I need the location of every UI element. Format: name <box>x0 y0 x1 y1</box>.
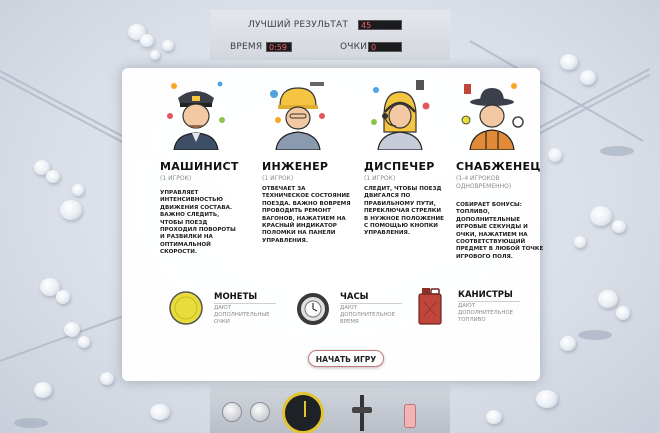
role-title: ИНЖЕНЕР <box>262 160 329 173</box>
tree <box>486 410 502 424</box>
role-title: ДИСПЕЧЕР <box>364 160 435 173</box>
role-players: (1 ИГРОК) <box>364 175 396 182</box>
role-description: ОТВЕЧАЕТ ЗА ТЕХНИЧЕСКОЕ СОСТОЯНИЕ ПОЕЗДА… <box>262 186 351 244</box>
best-score-value: 45 <box>358 20 402 30</box>
driver-icon <box>167 81 225 150</box>
score-value: 0 <box>368 42 402 52</box>
throttle-lever[interactable] <box>360 395 364 431</box>
shrub <box>578 330 612 340</box>
tree <box>560 336 576 351</box>
tree <box>162 40 174 51</box>
bonus-description: ДАЮТ ДОПОЛНИТЕЛЬНЫЕ ОЧКИ <box>214 305 270 325</box>
tree <box>72 184 84 196</box>
control-knob[interactable] <box>222 402 242 422</box>
score-label: ОЧКИ <box>340 42 368 52</box>
start-game-button[interactable]: НАЧАТЬ ИГРУ <box>308 350 384 367</box>
tree <box>612 220 626 233</box>
tree <box>34 382 52 398</box>
tree <box>150 404 170 420</box>
tree <box>56 290 70 304</box>
tree <box>574 236 586 248</box>
tree <box>140 34 154 47</box>
shrub <box>600 146 634 156</box>
divider <box>214 303 276 304</box>
gauge-needle <box>304 401 306 417</box>
tree <box>616 306 630 320</box>
tree <box>150 50 160 60</box>
shrub <box>14 418 48 428</box>
tree <box>560 54 578 70</box>
engineer-icon <box>270 82 325 150</box>
supplier-icon <box>461 83 524 150</box>
tree <box>60 200 82 220</box>
clock-icon <box>297 293 329 325</box>
role-description: УПРАВЛЯЕТ ИНТЕНСИВНОСТЬЮ ДВИЖЕНИЯ СОСТАВ… <box>160 190 236 256</box>
role-title: СНАБЖЕНЕЦ <box>456 160 541 173</box>
bonus-title: КАНИСТРЫ <box>458 290 513 300</box>
tree <box>580 70 596 85</box>
role-players: (1 ИГРОК) <box>262 175 294 182</box>
dispatcher-icon <box>371 80 430 150</box>
fuel-indicator <box>404 404 416 428</box>
game-screen: ЛУЧШИЙ РЕЗУЛЬТАТ 45 ВРЕМЯ 0:59 ОЧКИ 0 МА… <box>0 0 660 433</box>
throttle-handle[interactable] <box>352 407 372 413</box>
best-score-label: ЛУЧШИЙ РЕЗУЛЬТАТ <box>248 20 349 30</box>
time-value: 0:59 <box>266 42 292 52</box>
coin-icon <box>169 291 203 325</box>
tree <box>46 170 60 183</box>
tree <box>536 390 558 408</box>
role-card-engineer: ИНЖЕНЕР (1 ИГРОК) ОТВЕЧАЕТ ЗА ТЕХНИЧЕСКО… <box>262 76 362 306</box>
divider <box>458 301 520 302</box>
role-players: (1-4 ИГРОКОВ ОДНОВРЕМЕННО) <box>456 175 512 190</box>
tree <box>64 322 80 337</box>
tree <box>590 206 612 226</box>
canister-icon <box>418 288 442 325</box>
tree <box>100 372 114 385</box>
role-players: (1 ИГРОК) <box>160 175 192 182</box>
role-description: СОБИРАЕТ БОНУСЫ: ТОПЛИВО, ДОПОЛНИТЕЛЬНЫЕ… <box>456 202 544 260</box>
role-title: МАШИНИСТ <box>160 160 239 173</box>
bonus-title: МОНЕТЫ <box>214 292 258 302</box>
hud-panel: ЛУЧШИЙ РЕЗУЛЬТАТ 45 ВРЕМЯ 0:59 ОЧКИ 0 <box>210 10 450 60</box>
bonus-description: ДАЮТ ДОПОЛНИТЕЛЬНОЕ ТОПЛИВО <box>458 303 514 323</box>
divider <box>340 303 402 304</box>
control-knob[interactable] <box>250 402 270 422</box>
time-label: ВРЕМЯ <box>230 42 263 52</box>
role-card-dispatcher: ДИСПЕЧЕР (1 ИГРОК) СЛЕДИТ, ЧТОБЫ ПОЕЗД Д… <box>364 76 464 306</box>
tree <box>598 290 618 308</box>
role-card-supplier: СНАБЖЕНЕЦ (1-4 ИГРОКОВ ОДНОВРЕМЕННО) СОБ… <box>456 76 556 306</box>
tree <box>78 336 90 348</box>
role-card-driver: МАШИНИСТ (1 ИГРОК) УПРАВЛЯЕТ ИНТЕНСИВНОС… <box>160 76 260 306</box>
speed-gauge <box>282 392 324 433</box>
roles-dialog: МАШИНИСТ (1 ИГРОК) УПРАВЛЯЕТ ИНТЕНСИВНОС… <box>122 68 543 381</box>
bonus-title: ЧАСЫ <box>340 292 369 302</box>
role-description: СЛЕДИТ, ЧТОБЫ ПОЕЗД ДВИГАЛСЯ ПО ПРАВИЛЬН… <box>364 186 444 237</box>
bonus-description: ДАЮТ ДОПОЛНИТЕЛЬНОЕ ВРЕМЯ <box>340 305 396 325</box>
